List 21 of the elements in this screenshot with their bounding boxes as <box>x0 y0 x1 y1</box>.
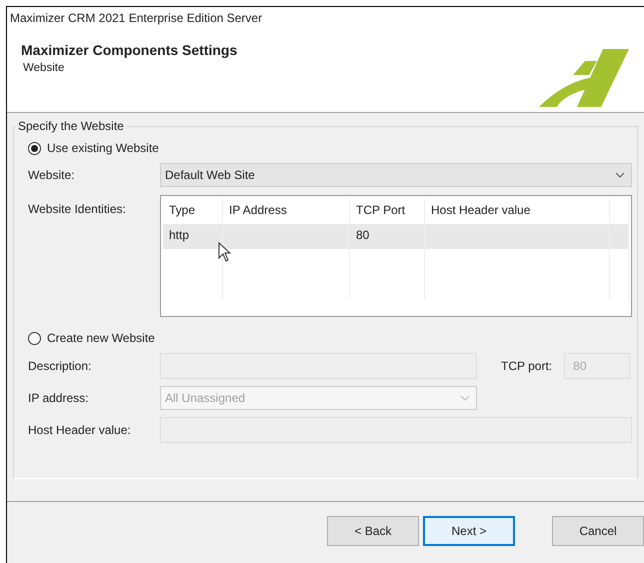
field-label: IP address: <box>28 391 88 405</box>
wizard-button[interactable]: Cancel <box>552 516 644 546</box>
field-label: Website Identities: <box>28 202 126 216</box>
page-title: Maximizer Components Settings <box>21 42 238 58</box>
wizard-button[interactable]: < Back <box>327 516 419 546</box>
radio-button[interactable] <box>28 142 41 154</box>
chevron-down-icon <box>615 172 625 178</box>
field-label: Website: <box>28 168 74 182</box>
radio-label[interactable]: Use existing Website <box>47 141 159 155</box>
wizard-button[interactable]: Next > <box>423 516 515 546</box>
website-dropdown[interactable]: Default Web Site <box>160 163 632 187</box>
group-title: Specify the Website <box>17 119 125 133</box>
chevron-down-icon <box>460 395 470 401</box>
page-subtitle: Website <box>23 62 64 74</box>
field-label: TCP port: <box>501 359 552 373</box>
table-cell: 80 <box>350 224 425 249</box>
mouse-pointer-icon <box>218 242 232 262</box>
table-row[interactable]: http 80 <box>163 224 629 249</box>
field-label: Description: <box>28 359 92 373</box>
window-title: Maximizer CRM 2021 Enterprise Edition Server <box>10 11 262 25</box>
field-label: Host Header value: <box>28 423 131 437</box>
